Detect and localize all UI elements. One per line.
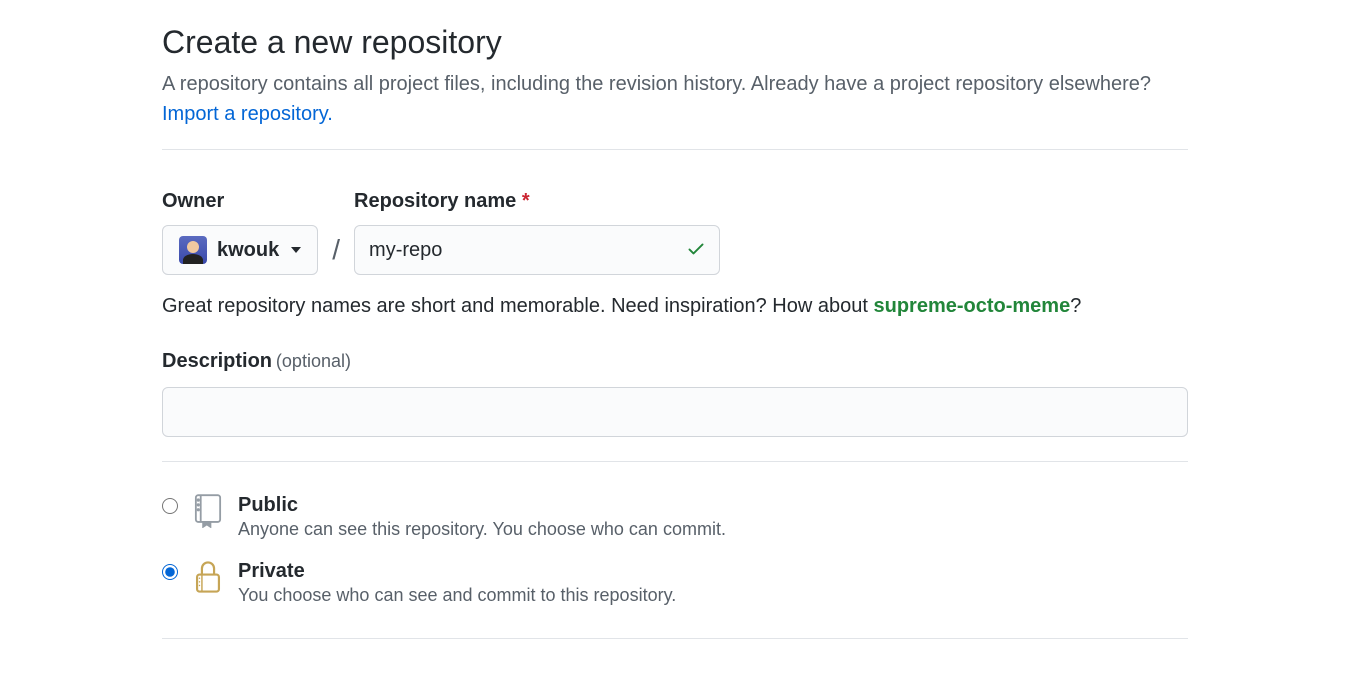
- repo-icon: [192, 494, 224, 528]
- description-label-text: Description: [162, 350, 272, 372]
- repo-name-hint: Great repository names are short and mem…: [162, 295, 1188, 318]
- visibility-public-row[interactable]: Public Anyone can see this repository. Y…: [162, 484, 1188, 550]
- description-input[interactable]: [162, 387, 1188, 437]
- private-title: Private: [238, 560, 1188, 583]
- hint-post: ?: [1070, 295, 1081, 317]
- hint-pre: Great repository names are short and mem…: [162, 295, 873, 317]
- repo-name-label: Repository name *: [354, 190, 720, 213]
- owner-label: Owner: [162, 190, 318, 213]
- visibility-section: Public Anyone can see this repository. Y…: [162, 461, 1188, 639]
- description-optional: (optional): [276, 351, 351, 371]
- private-desc: You choose who can see and commit to thi…: [238, 585, 1188, 606]
- public-title: Public: [238, 494, 1188, 517]
- subtitle-text: A repository contains all project files,…: [162, 73, 1151, 95]
- name-suggestion[interactable]: supreme-octo-meme: [873, 295, 1070, 317]
- private-radio[interactable]: [162, 564, 178, 580]
- public-radio[interactable]: [162, 498, 178, 514]
- public-desc: Anyone can see this repository. You choo…: [238, 519, 1188, 540]
- lock-icon: [192, 560, 224, 594]
- owner-select-button[interactable]: kwouk: [162, 225, 318, 275]
- required-asterisk: *: [522, 190, 530, 212]
- description-label: Description (optional): [162, 354, 351, 370]
- check-icon: [686, 239, 706, 262]
- page-title: Create a new repository: [162, 24, 1188, 61]
- owner-name: kwouk: [217, 239, 279, 262]
- avatar: [179, 236, 207, 264]
- slash-separator: /: [318, 225, 354, 275]
- chevron-down-icon: [291, 247, 301, 253]
- visibility-private-row[interactable]: Private You choose who can see and commi…: [162, 550, 1188, 616]
- repo-name-input[interactable]: [354, 225, 720, 275]
- page-subtitle: A repository contains all project files,…: [162, 69, 1188, 129]
- repo-name-label-text: Repository name: [354, 190, 516, 212]
- import-repo-link[interactable]: Import a repository.: [162, 103, 333, 125]
